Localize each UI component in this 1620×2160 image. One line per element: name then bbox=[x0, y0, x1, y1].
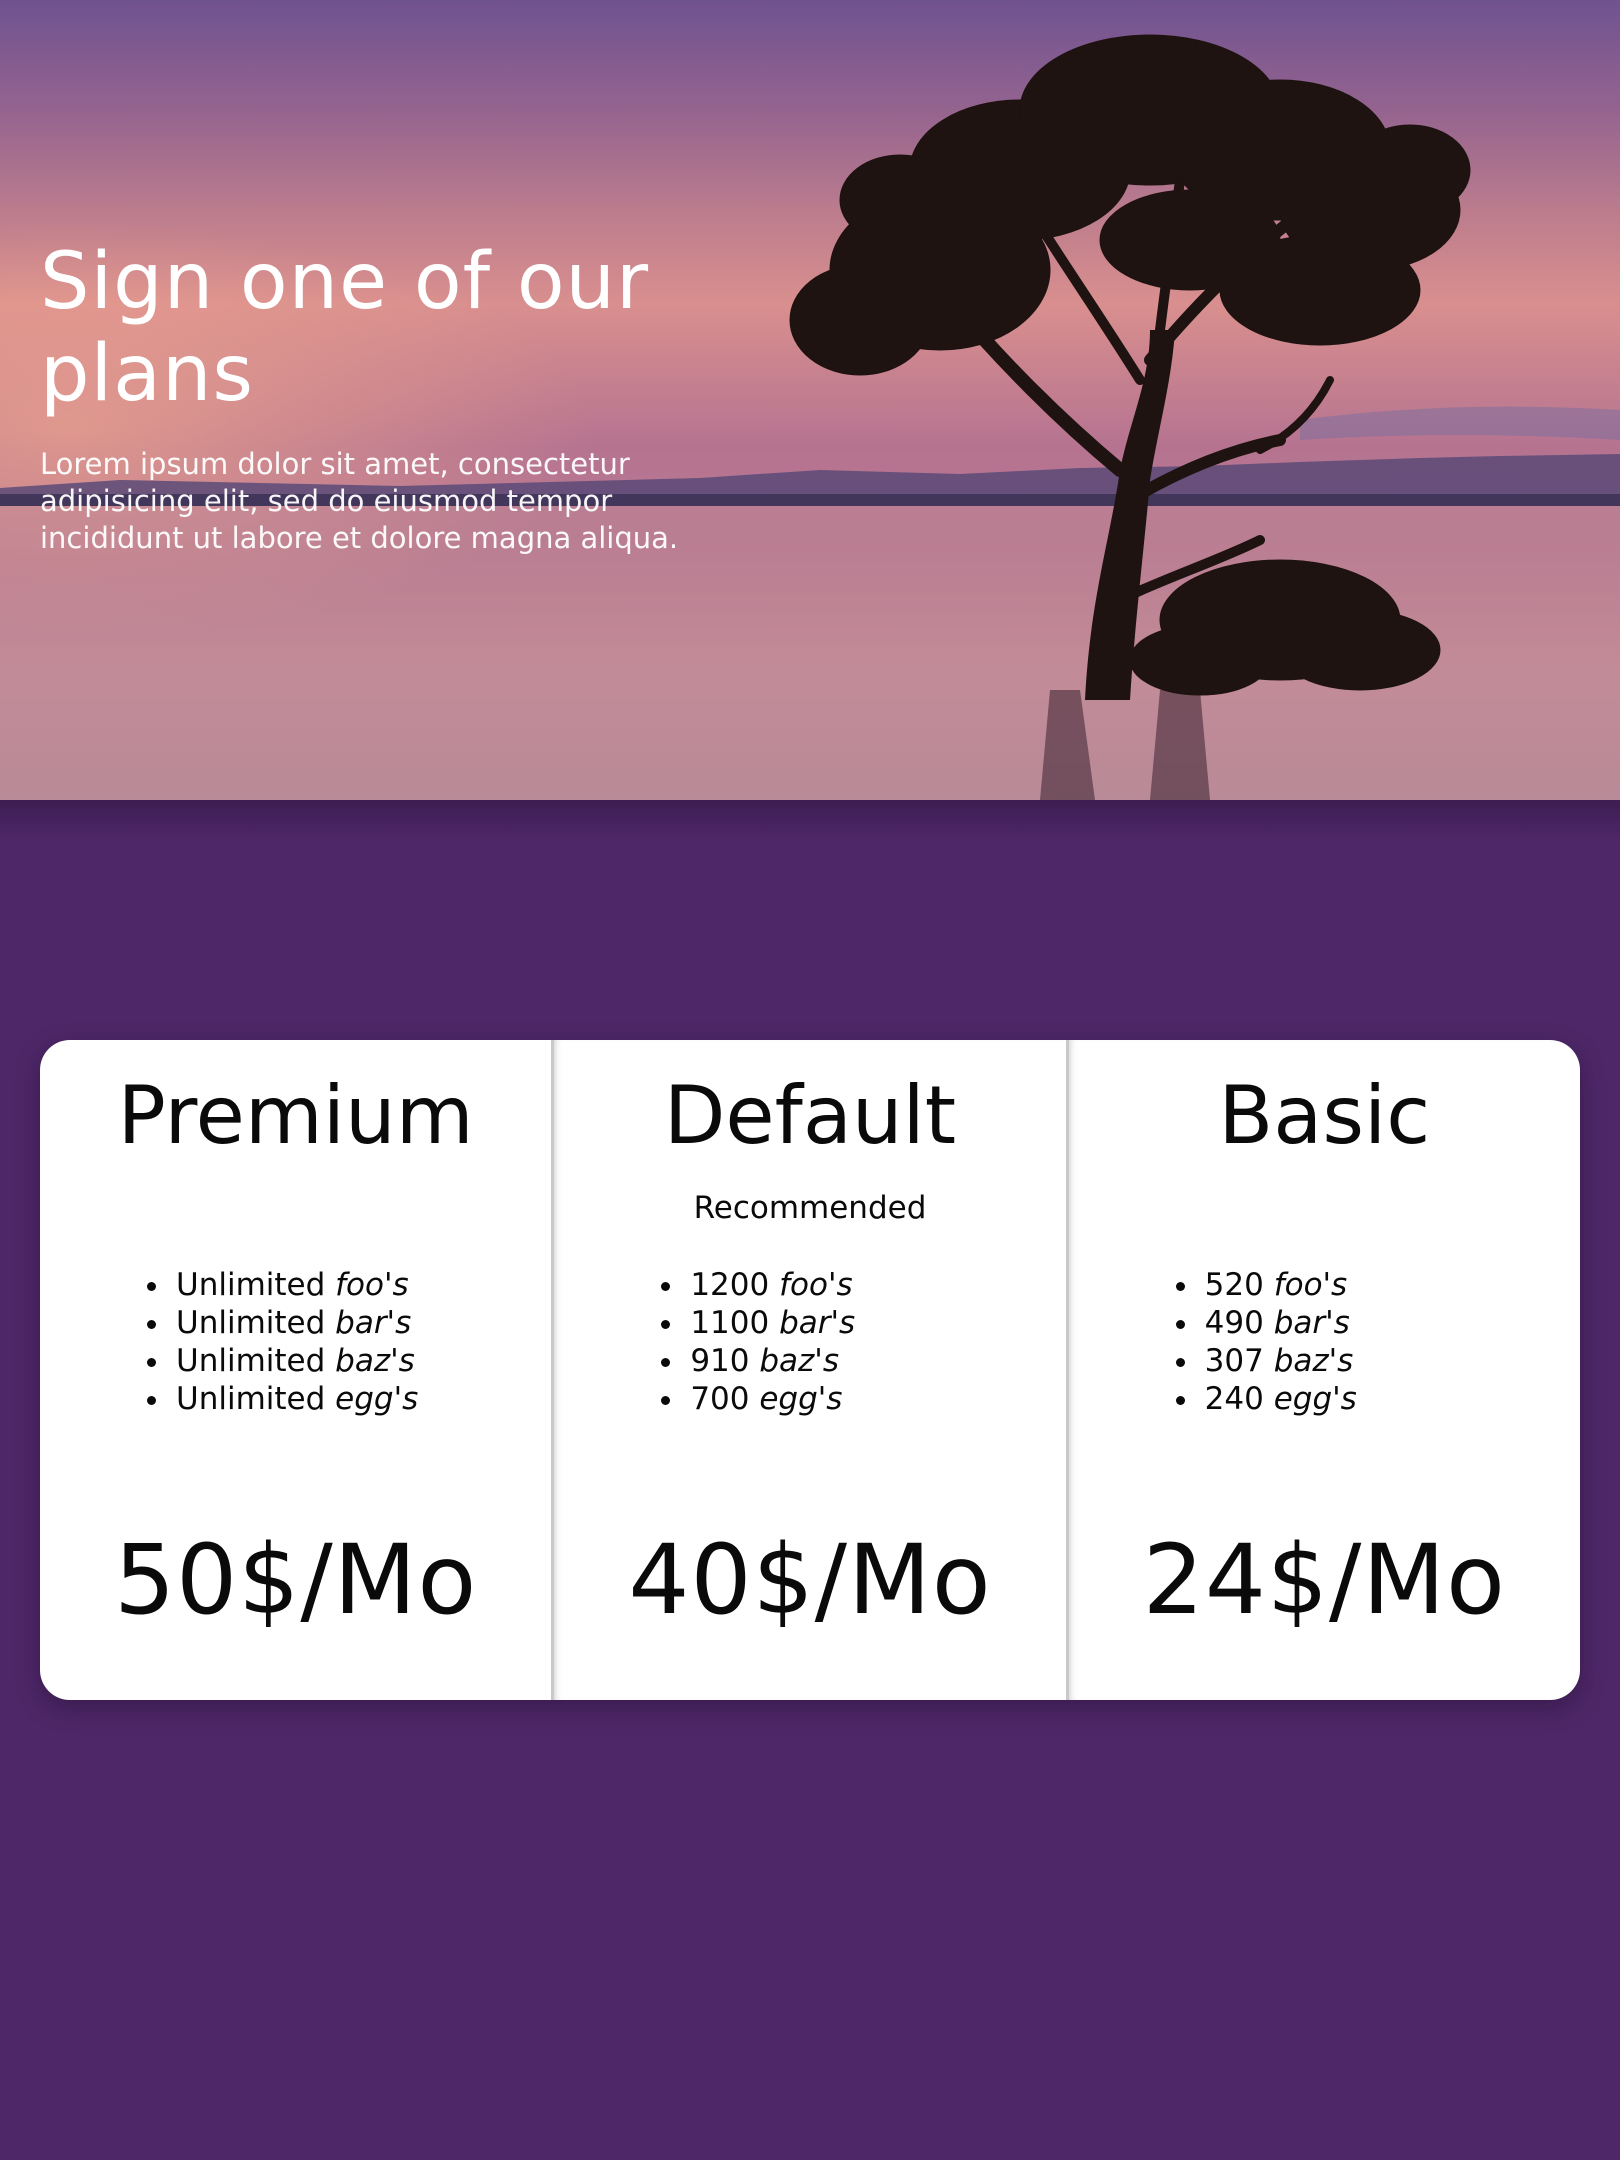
hero-text-block: Sign one of our plans Lorem ipsum dolor … bbox=[40, 236, 760, 557]
plan-feature-item: 307 baz's bbox=[1201, 1342, 1357, 1380]
plan-feature-item: 1100 bar's bbox=[686, 1304, 855, 1342]
plan-name: Default bbox=[663, 1069, 957, 1162]
plan-feature-item: 240 egg's bbox=[1201, 1380, 1357, 1418]
plan-feature-item: 700 egg's bbox=[686, 1380, 855, 1418]
recommended-badge: Recommended bbox=[693, 1190, 927, 1226]
plan-feature-list: 1200 foo's 1100 bar's 910 baz's 700 egg'… bbox=[642, 1266, 855, 1418]
plan-feature-list: 520 foo's 490 bar's 307 baz's 240 egg's bbox=[1157, 1266, 1357, 1418]
hero-banner: Sign one of our plans Lorem ipsum dolor … bbox=[0, 0, 1620, 800]
plan-card-premium[interactable]: Premium Unlimited foo's Unlimited bar's … bbox=[40, 1040, 551, 1700]
plan-feature-item: Unlimited baz's bbox=[172, 1342, 418, 1380]
hero-title-line2: plans bbox=[40, 329, 255, 419]
plan-price: 24$/Mo bbox=[1142, 1524, 1506, 1636]
plan-feature-list: Unlimited foo's Unlimited bar's Unlimite… bbox=[128, 1266, 418, 1418]
plan-feature-item: 520 foo's bbox=[1201, 1266, 1357, 1304]
plan-feature-item: 910 baz's bbox=[686, 1342, 855, 1380]
hero-title-line1: Sign one of our bbox=[40, 237, 650, 327]
plan-feature-item: Unlimited bar's bbox=[172, 1304, 418, 1342]
plan-feature-item: Unlimited egg's bbox=[172, 1380, 418, 1418]
plan-feature-item: 490 bar's bbox=[1201, 1304, 1357, 1342]
plan-feature-item: Unlimited foo's bbox=[172, 1266, 418, 1304]
plan-price: 40$/Mo bbox=[628, 1524, 992, 1636]
pricing-table: Premium Unlimited foo's Unlimited bar's … bbox=[40, 1040, 1580, 1700]
plan-feature-item: 1200 foo's bbox=[686, 1266, 855, 1304]
plan-name: Basic bbox=[1218, 1069, 1431, 1162]
plan-name: Premium bbox=[117, 1069, 474, 1162]
hero-title: Sign one of our plans bbox=[40, 236, 760, 420]
cloud-streak bbox=[1300, 406, 1620, 440]
hero-bottom-shadow bbox=[0, 800, 1620, 840]
plan-card-basic[interactable]: Basic 520 foo's 490 bar's 307 baz's 240 … bbox=[1065, 1040, 1580, 1700]
plan-price: 50$/Mo bbox=[114, 1524, 478, 1636]
hero-description: Lorem ipsum dolor sit amet, consectetur … bbox=[40, 447, 679, 555]
plan-card-default[interactable]: Default Recommended 1200 foo's 1100 bar'… bbox=[551, 1040, 1065, 1700]
